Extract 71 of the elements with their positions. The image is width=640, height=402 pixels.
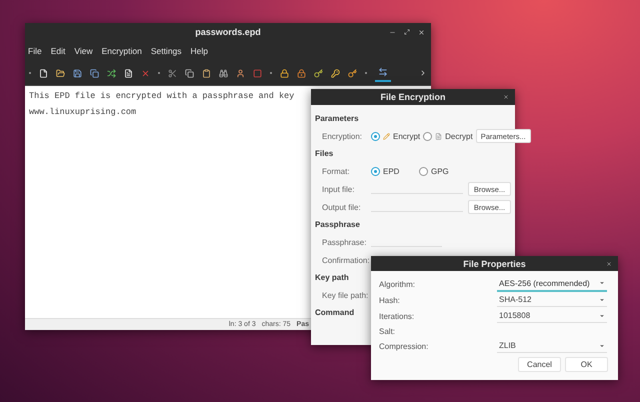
clipboard-icon[interactable] bbox=[202, 68, 211, 78]
radio-button[interactable] bbox=[371, 166, 380, 176]
menu-item[interactable]: File bbox=[28, 46, 42, 56]
section-heading: Command bbox=[315, 307, 354, 319]
key-icon[interactable] bbox=[331, 68, 340, 78]
field-label: Encryption: bbox=[322, 132, 364, 140]
menu-item[interactable]: Settings bbox=[150, 46, 182, 56]
radio-button[interactable] bbox=[419, 166, 428, 176]
dropdown-arrow-icon bbox=[599, 296, 605, 302]
dropdown-arrow-icon bbox=[599, 342, 605, 348]
pencil-icon bbox=[383, 132, 390, 140]
binoculars-icon[interactable] bbox=[219, 68, 228, 78]
document-icon[interactable] bbox=[124, 68, 133, 78]
field-label: Iterations: bbox=[379, 312, 416, 320]
dropdown[interactable]: SHA-512 bbox=[497, 293, 607, 307]
dialog-title: File Properties bbox=[463, 258, 526, 268]
menu-item[interactable]: Edit bbox=[50, 46, 66, 56]
chevron-right-icon[interactable] bbox=[419, 69, 427, 77]
key-icon[interactable] bbox=[348, 68, 357, 78]
user-icon[interactable] bbox=[236, 68, 245, 78]
delete-icon[interactable] bbox=[141, 68, 150, 78]
field-label: Passphrase: bbox=[322, 238, 368, 246]
radio-label: EPD bbox=[383, 166, 400, 176]
section-heading: Passphrase bbox=[315, 219, 360, 231]
new-file-icon[interactable] bbox=[39, 68, 48, 78]
field-label: Hash: bbox=[379, 296, 401, 304]
menu-item[interactable]: Help bbox=[190, 46, 208, 56]
text-line: www.linuxuprising.com bbox=[29, 107, 136, 117]
dropdown[interactable]: 1015808 bbox=[497, 309, 607, 323]
dropdown[interactable]: AES-256 (recommended) bbox=[497, 276, 607, 292]
field-label: Confirmation: bbox=[322, 256, 371, 264]
dropdown-arrow-icon bbox=[599, 280, 605, 286]
section-heading: Key path bbox=[315, 272, 349, 284]
menu-item[interactable]: Encryption bbox=[102, 46, 142, 56]
copy-icon[interactable] bbox=[185, 68, 194, 78]
field-label: Compression: bbox=[379, 342, 430, 350]
field-label: Salt: bbox=[379, 326, 396, 336]
menu-item[interactable]: View bbox=[74, 46, 93, 56]
close-icon[interactable] bbox=[418, 28, 425, 36]
document-icon bbox=[435, 132, 442, 140]
field-label: Output file: bbox=[322, 202, 362, 212]
window-title: passwords.epd bbox=[195, 27, 261, 37]
section-heading: Parameters bbox=[315, 113, 359, 125]
copy-files-icon[interactable] bbox=[90, 68, 99, 78]
lock-icon[interactable] bbox=[280, 68, 289, 78]
dialog-button[interactable]: Cancel bbox=[518, 357, 561, 372]
lock-icon[interactable] bbox=[297, 68, 306, 78]
folder-icon[interactable] bbox=[56, 68, 65, 78]
dialog-title: File Encryption bbox=[380, 92, 446, 102]
field-label: Key file path: bbox=[322, 290, 370, 300]
arrows-icon bbox=[378, 67, 388, 77]
field-label: Algorithm: bbox=[379, 280, 416, 288]
radio-label: Encrypt bbox=[393, 132, 420, 140]
dialog-button[interactable]: OK bbox=[565, 357, 608, 372]
key-icon[interactable] bbox=[314, 68, 323, 78]
field-label: Format: bbox=[322, 166, 351, 176]
radio-button[interactable] bbox=[423, 132, 432, 140]
text-line: This EPD file is encrypted with a passphrase and key bbox=[29, 91, 294, 101]
dropdown-arrow-icon bbox=[599, 312, 605, 318]
close-icon[interactable] bbox=[606, 260, 612, 266]
section-heading: Files bbox=[315, 148, 334, 160]
radio-label: Decrypt bbox=[445, 132, 473, 140]
radio-button[interactable] bbox=[371, 132, 380, 140]
save-icon[interactable] bbox=[73, 68, 82, 78]
square-icon[interactable] bbox=[253, 68, 262, 78]
shuffle-icon[interactable] bbox=[107, 68, 116, 78]
dropdown[interactable]: ZLIB bbox=[497, 339, 607, 353]
radio-label: GPG bbox=[431, 166, 449, 176]
field-label: Input file: bbox=[322, 184, 356, 194]
close-icon[interactable] bbox=[503, 94, 509, 100]
scissors-icon[interactable] bbox=[168, 68, 177, 78]
